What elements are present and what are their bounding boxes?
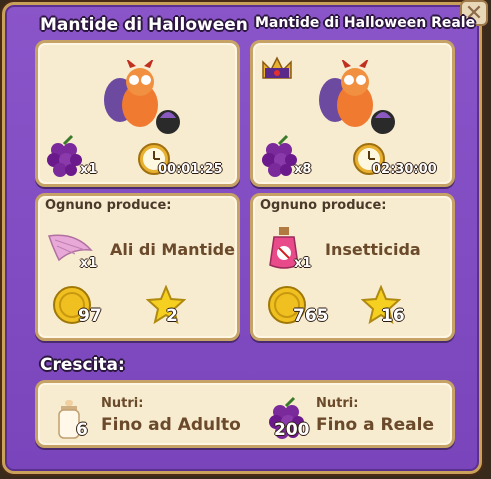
right-title: Mantide di Halloween Reale [255,15,476,31]
left-time: 00:01:25 [158,162,223,177]
right-xp: 16 [381,306,405,326]
mantis-creature-icon [104,60,180,134]
right-produces-label: Ognuno produce: [260,198,387,213]
crown-icon [262,56,292,79]
right-product-count: x1 [294,256,312,271]
left-product-count: x1 [80,256,98,271]
adult-feed-label: Nutri: [101,396,144,411]
royal-mantis-creature-icon [319,60,395,134]
left-product-name: Ali di Mantide [110,240,235,259]
right-coins: 765 [293,306,329,326]
left-xp: 2 [166,306,178,326]
royal-feed-label: Nutri: [316,396,359,411]
adult-feed-count: 6 [76,420,88,440]
left-title: Mantide di Halloween [40,15,248,35]
left-coins: 97 [78,306,102,326]
grape-icon [47,134,82,177]
growth-title: Crescita: [40,355,125,375]
left-food-count: x1 [80,162,98,177]
left-produces-label: Ognuno produce: [45,198,172,213]
royal-target: Fino a Reale [316,415,434,435]
right-food-count: x8 [294,162,312,177]
growth-panel [35,380,455,448]
right-product-name: Insetticida [325,240,421,259]
adult-target: Fino ad Adulto [101,415,241,435]
royal-feed-count: 200 [274,420,310,440]
right-time: 02:30:00 [372,162,437,177]
